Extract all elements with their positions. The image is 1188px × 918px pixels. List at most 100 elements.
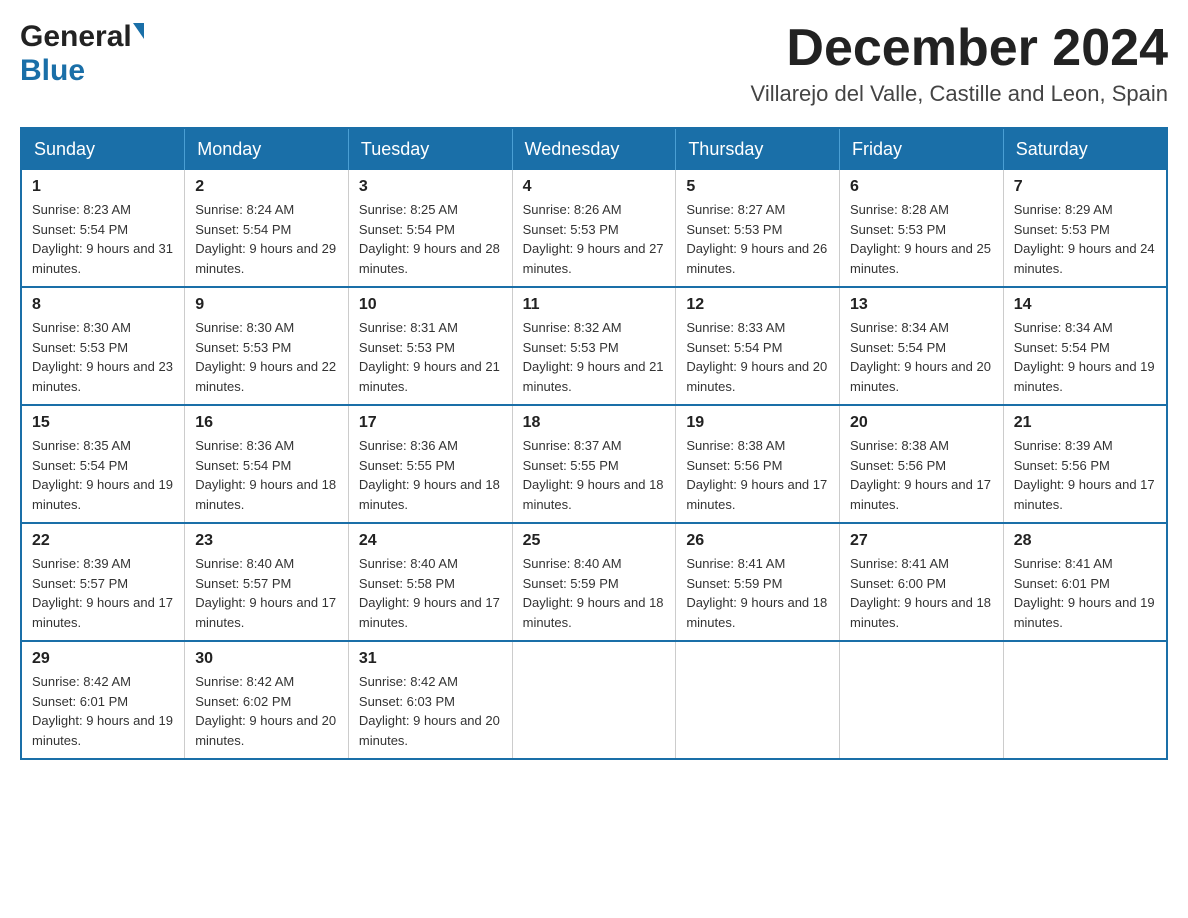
title-section: December 2024 Villarejo del Valle, Casti… [751,20,1168,107]
calendar-cell [676,641,840,759]
calendar-cell [512,641,676,759]
calendar-header-row: SundayMondayTuesdayWednesdayThursdayFrid… [21,128,1167,170]
month-title: December 2024 [751,20,1168,77]
day-info: Sunrise: 8:30 AMSunset: 5:53 PMDaylight:… [195,318,338,396]
calendar-cell: 7Sunrise: 8:29 AMSunset: 5:53 PMDaylight… [1003,170,1167,287]
day-info: Sunrise: 8:37 AMSunset: 5:55 PMDaylight:… [523,436,666,514]
day-number: 14 [1014,296,1156,314]
day-info: Sunrise: 8:30 AMSunset: 5:53 PMDaylight:… [32,318,174,396]
calendar-cell: 29 Sunrise: 8:42 AMSunset: 6:01 PMDayligh… [21,641,185,759]
day-info: Sunrise: 8:31 AMSunset: 5:53 PMDaylight:… [359,318,502,396]
calendar-cell: 31Sunrise: 8:42 AMSunset: 6:03 PMDayligh… [348,641,512,759]
day-info: Sunrise: 8:34 AMSunset: 5:54 PMDaylight:… [1014,318,1156,396]
day-number: 13 [850,296,993,314]
calendar-cell: 9 Sunrise: 8:30 AMSunset: 5:53 PMDaylight… [185,287,349,405]
day-number: 21 [1014,414,1156,432]
logo-flag-icon [133,23,144,39]
logo-general-text: General [20,20,132,54]
day-number: 19 [686,414,829,432]
day-number: 30 [195,650,338,668]
calendar-table: SundayMondayTuesdayWednesdayThursdayFrid… [20,127,1168,760]
calendar-cell: 1 Sunrise: 8:23 AMSunset: 5:54 PMDaylight… [21,170,185,287]
day-number: 29 [32,650,174,668]
calendar-cell: 11Sunrise: 8:32 AMSunset: 5:53 PMDayligh… [512,287,676,405]
day-info: Sunrise: 8:38 AMSunset: 5:56 PMDaylight:… [850,436,993,514]
day-info: Sunrise: 8:35 AMSunset: 5:54 PMDaylight:… [32,436,174,514]
calendar-cell: 25Sunrise: 8:40 AMSunset: 5:59 PMDayligh… [512,523,676,641]
day-info: Sunrise: 8:40 AMSunset: 5:58 PMDaylight:… [359,554,502,632]
day-info: Sunrise: 8:24 AMSunset: 5:54 PMDaylight:… [195,200,338,278]
calendar-cell: 22Sunrise: 8:39 AMSunset: 5:57 PMDayligh… [21,523,185,641]
day-number: 10 [359,296,502,314]
day-info: Sunrise: 8:42 AMSunset: 6:02 PMDaylight:… [195,672,338,750]
calendar-week-2: 8 Sunrise: 8:30 AMSunset: 5:53 PMDaylight… [21,287,1167,405]
day-info: Sunrise: 8:38 AMSunset: 5:56 PMDaylight:… [686,436,829,514]
calendar-cell: 15Sunrise: 8:35 AMSunset: 5:54 PMDayligh… [21,405,185,523]
day-number: 26 [686,532,829,550]
day-info: Sunrise: 8:39 AMSunset: 5:56 PMDaylight:… [1014,436,1156,514]
day-number: 16 [195,414,338,432]
calendar-cell: 24Sunrise: 8:40 AMSunset: 5:58 PMDayligh… [348,523,512,641]
calendar-cell: 5 Sunrise: 8:27 AMSunset: 5:53 PMDaylight… [676,170,840,287]
day-number: 9 [195,296,338,314]
day-info: Sunrise: 8:36 AMSunset: 5:54 PMDaylight:… [195,436,338,514]
day-number: 18 [523,414,666,432]
day-info: Sunrise: 8:36 AMSunset: 5:55 PMDaylight:… [359,436,502,514]
calendar-week-5: 29 Sunrise: 8:42 AMSunset: 6:01 PMDayligh… [21,641,1167,759]
weekday-header-tuesday: Tuesday [348,128,512,170]
day-info: Sunrise: 8:27 AMSunset: 5:53 PMDaylight:… [686,200,829,278]
day-info: Sunrise: 8:41 AMSunset: 5:59 PMDaylight:… [686,554,829,632]
day-number: 3 [359,178,502,196]
day-info: Sunrise: 8:26 AMSunset: 5:53 PMDaylight:… [523,200,666,278]
calendar-cell: 2 Sunrise: 8:24 AMSunset: 5:54 PMDaylight… [185,170,349,287]
day-info: Sunrise: 8:34 AMSunset: 5:54 PMDaylight:… [850,318,993,396]
day-number: 5 [686,178,829,196]
calendar-cell: 26 Sunrise: 8:41 AMSunset: 5:59 PMDayligh… [676,523,840,641]
day-info: Sunrise: 8:23 AMSunset: 5:54 PMDaylight:… [32,200,174,278]
weekday-header-thursday: Thursday [676,128,840,170]
day-info: Sunrise: 8:28 AMSunset: 5:53 PMDaylight:… [850,200,993,278]
day-number: 27 [850,532,993,550]
weekday-header-sunday: Sunday [21,128,185,170]
calendar-body: 1 Sunrise: 8:23 AMSunset: 5:54 PMDaylight… [21,170,1167,759]
calendar-cell [840,641,1004,759]
calendar-cell [1003,641,1167,759]
day-number: 22 [32,532,174,550]
logo: General Blue [20,20,144,88]
calendar-cell: 13 Sunrise: 8:34 AMSunset: 5:54 PMDayligh… [840,287,1004,405]
day-number: 23 [195,532,338,550]
day-number: 17 [359,414,502,432]
day-info: Sunrise: 8:42 AMSunset: 6:01 PMDaylight:… [32,672,174,750]
day-number: 28 [1014,532,1156,550]
calendar-cell: 6 Sunrise: 8:28 AMSunset: 5:53 PMDaylight… [840,170,1004,287]
calendar-cell: 30 Sunrise: 8:42 AMSunset: 6:02 PMDayligh… [185,641,349,759]
day-number: 6 [850,178,993,196]
logo-blue-text: Blue [20,54,85,88]
calendar-cell: 21 Sunrise: 8:39 AMSunset: 5:56 PMDayligh… [1003,405,1167,523]
day-info: Sunrise: 8:40 AMSunset: 5:57 PMDaylight:… [195,554,338,632]
calendar-cell: 16 Sunrise: 8:36 AMSunset: 5:54 PMDayligh… [185,405,349,523]
calendar-cell: 8 Sunrise: 8:30 AMSunset: 5:53 PMDaylight… [21,287,185,405]
weekday-header-monday: Monday [185,128,349,170]
calendar-week-3: 15Sunrise: 8:35 AMSunset: 5:54 PMDayligh… [21,405,1167,523]
day-info: Sunrise: 8:40 AMSunset: 5:59 PMDaylight:… [523,554,666,632]
day-number: 4 [523,178,666,196]
calendar-cell: 19 Sunrise: 8:38 AMSunset: 5:56 PMDayligh… [676,405,840,523]
day-number: 8 [32,296,174,314]
calendar-cell: 17 Sunrise: 8:36 AMSunset: 5:55 PMDayligh… [348,405,512,523]
page-header: General Blue December 2024 Villarejo del… [20,20,1168,107]
calendar-cell: 28Sunrise: 8:41 AMSunset: 6:01 PMDayligh… [1003,523,1167,641]
calendar-week-1: 1 Sunrise: 8:23 AMSunset: 5:54 PMDaylight… [21,170,1167,287]
calendar-cell: 3 Sunrise: 8:25 AMSunset: 5:54 PMDaylight… [348,170,512,287]
day-number: 2 [195,178,338,196]
calendar-week-4: 22Sunrise: 8:39 AMSunset: 5:57 PMDayligh… [21,523,1167,641]
weekday-header-wednesday: Wednesday [512,128,676,170]
day-info: Sunrise: 8:25 AMSunset: 5:54 PMDaylight:… [359,200,502,278]
day-number: 1 [32,178,174,196]
day-info: Sunrise: 8:42 AMSunset: 6:03 PMDaylight:… [359,672,502,750]
day-number: 11 [523,296,666,314]
day-info: Sunrise: 8:29 AMSunset: 5:53 PMDaylight:… [1014,200,1156,278]
weekday-header-saturday: Saturday [1003,128,1167,170]
calendar-cell: 14 Sunrise: 8:34 AMSunset: 5:54 PMDayligh… [1003,287,1167,405]
calendar-cell: 4 Sunrise: 8:26 AMSunset: 5:53 PMDaylight… [512,170,676,287]
